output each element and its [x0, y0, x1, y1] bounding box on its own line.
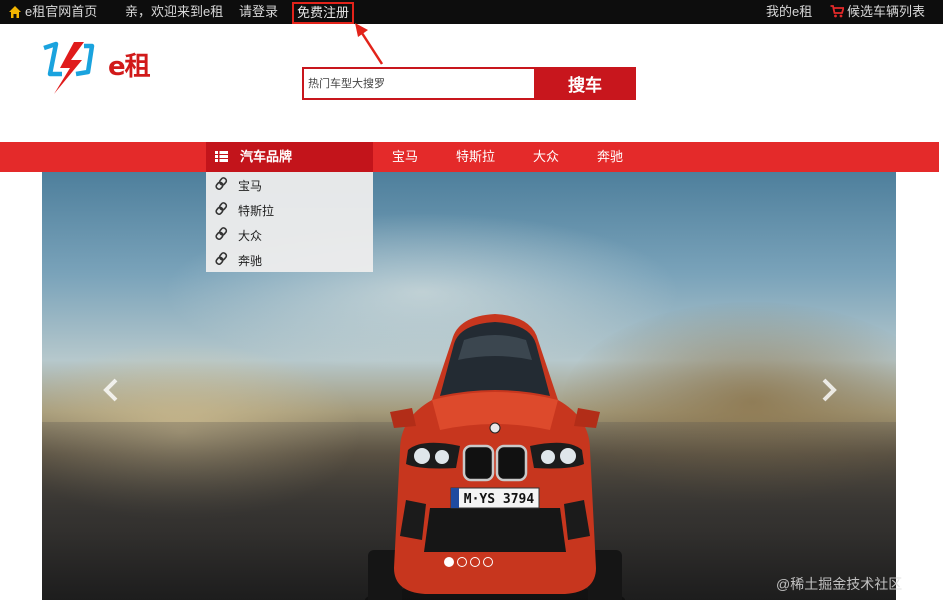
dropdown-item-label: 奔驰 [238, 254, 263, 268]
carousel-indicators [444, 557, 496, 569]
dropdown-item-volkswagen[interactable]: 大众 [206, 222, 373, 247]
car-image: M·YS 3794 [365, 314, 625, 600]
cart-icon[interactable] [830, 5, 844, 18]
carousel-dot[interactable] [444, 557, 454, 567]
chevron-left-icon[interactable] [100, 378, 122, 402]
dropdown-item-label: 宝马 [238, 179, 263, 193]
dropdown-item-label: 大众 [238, 229, 263, 243]
nav-link-mercedes[interactable]: 奔驰 [597, 142, 623, 172]
search-bar: 搜车 [302, 67, 636, 100]
welcome-text: 亲，欢迎来到e租 [125, 4, 224, 19]
car-brand-dropdown: 宝马 特斯拉 大众 奔驰 [206, 172, 373, 272]
chevron-right-icon[interactable] [818, 378, 840, 402]
carousel-dot[interactable] [470, 557, 480, 567]
banner-carousel[interactable]: M·YS 3794 [42, 172, 896, 600]
dropdown-item-mercedes[interactable]: 奔驰 [206, 247, 373, 272]
nav-link-bmw[interactable]: 宝马 [392, 142, 418, 172]
carousel-dot[interactable] [483, 557, 493, 567]
nav-link-volkswagen[interactable]: 大众 [533, 142, 559, 172]
link-icon [215, 177, 228, 190]
login-link[interactable]: 请登录 [239, 0, 278, 24]
link-icon [215, 202, 228, 215]
dropdown-item-tesla[interactable]: 特斯拉 [206, 197, 373, 222]
license-plate: M·YS 3794 [464, 492, 535, 507]
link-icon [215, 227, 228, 240]
car-brand-menu[interactable]: 汽车品牌 [206, 142, 373, 172]
list-icon [215, 151, 228, 162]
nav-bar: 汽车品牌 宝马 特斯拉 大众 奔驰 [0, 142, 939, 172]
top-bar: e租官网首页 亲，欢迎来到e租 请登录 免费注册 我的e租 候选车辆列表 [0, 0, 943, 24]
dropdown-item-label: 特斯拉 [238, 204, 275, 218]
annotation-arrow-icon [355, 23, 384, 65]
car-brand-label: 汽车品牌 [240, 149, 293, 164]
cart-link[interactable]: 候选车辆列表 [847, 0, 925, 24]
home-icon[interactable] [8, 5, 22, 19]
search-input[interactable] [302, 67, 534, 100]
register-link[interactable]: 免费注册 [292, 2, 354, 24]
home-link[interactable]: e租官网首页 [25, 0, 97, 24]
dropdown-item-bmw[interactable]: 宝马 [206, 172, 373, 197]
carousel-dot[interactable] [457, 557, 467, 567]
my-account-link[interactable]: 我的e租 [766, 0, 812, 24]
nav-link-tesla[interactable]: 特斯拉 [456, 142, 495, 172]
logo-text: e租 [108, 52, 151, 82]
link-icon [215, 252, 228, 265]
watermark: @稀土掘金技术社区 [776, 576, 903, 592]
search-button[interactable]: 搜车 [534, 67, 636, 100]
